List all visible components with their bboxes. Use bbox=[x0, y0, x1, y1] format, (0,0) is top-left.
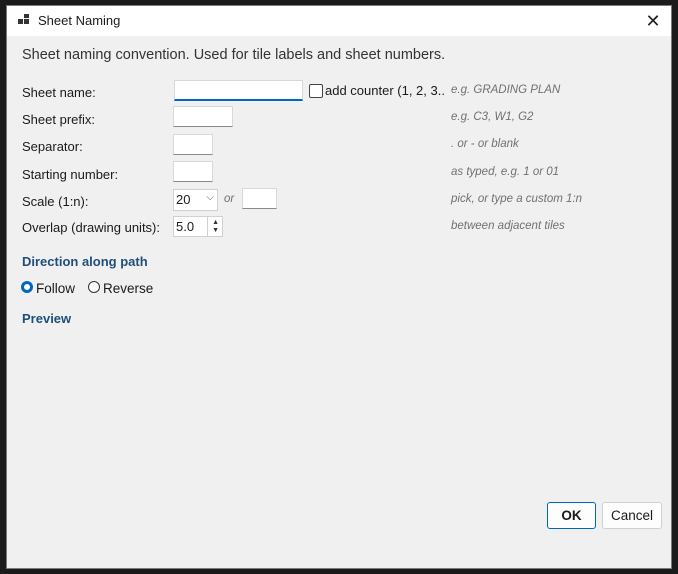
sheet-name-label: Sheet name: bbox=[22, 85, 96, 100]
reverse-radio[interactable] bbox=[88, 281, 100, 293]
chevron-down-icon: ⌵ bbox=[206, 192, 214, 203]
direction-heading: Direction along path bbox=[22, 254, 148, 269]
follow-radio[interactable] bbox=[21, 281, 33, 293]
scale-or-text: or bbox=[224, 193, 235, 205]
spin-arrows[interactable]: ▲ ▼ bbox=[207, 217, 222, 236]
spin-down-icon[interactable]: ▼ bbox=[212, 227, 219, 234]
sheet-prefix-label: Sheet prefix: bbox=[22, 112, 95, 127]
title-bar: Sheet Naming ✕ bbox=[7, 6, 671, 36]
scale-select[interactable]: 20 ⌵ bbox=[173, 189, 218, 211]
sheet-name-hint: e.g. GRADING PLAN bbox=[451, 84, 561, 96]
description-text: Sheet naming convention. Used for tile l… bbox=[22, 47, 446, 63]
starting-number-hint: as typed, e.g. 1 or 01 bbox=[451, 166, 560, 178]
sheet-prefix-input[interactable] bbox=[173, 106, 233, 127]
cancel-button[interactable]: Cancel bbox=[602, 502, 662, 529]
spin-up-icon[interactable]: ▲ bbox=[212, 219, 219, 226]
ok-button[interactable]: OK bbox=[547, 502, 596, 529]
add-counter-checkbox[interactable] bbox=[309, 84, 323, 98]
app-icon bbox=[18, 14, 29, 24]
separator-input[interactable] bbox=[173, 134, 213, 155]
overlap-hint: between adjacent tiles bbox=[451, 220, 565, 232]
starting-number-label: Starting number: bbox=[22, 167, 119, 182]
separator-hint: . or - or blank bbox=[451, 138, 519, 150]
scale-custom-input[interactable] bbox=[242, 188, 277, 209]
separator-label: Separator: bbox=[22, 139, 83, 154]
overlap-value: 5.0 bbox=[176, 219, 195, 234]
sheet-prefix-hint: e.g. C3, W1, G2 bbox=[451, 111, 534, 123]
sheet-name-input[interactable] bbox=[174, 80, 303, 101]
add-counter-label[interactable]: add counter (1, 2, 3...) bbox=[325, 83, 445, 98]
close-button[interactable]: ✕ bbox=[635, 6, 671, 36]
scale-label: Scale (1:n): bbox=[22, 194, 89, 209]
overlap-spinbox[interactable]: 5.0 ▲ ▼ bbox=[173, 216, 223, 237]
starting-number-input[interactable] bbox=[173, 161, 213, 182]
preview-heading: Preview bbox=[22, 311, 72, 326]
reverse-radio-label[interactable]: Reverse bbox=[103, 281, 153, 296]
scale-hint: pick, or type a custom 1:n bbox=[451, 193, 583, 205]
window-title: Sheet Naming bbox=[38, 13, 121, 28]
close-icon: ✕ bbox=[645, 10, 661, 31]
overlap-label: Overlap (drawing units): bbox=[22, 220, 160, 235]
scale-selected-value: 20 bbox=[176, 192, 191, 207]
dialog-window: Sheet Naming ✕ Sheet naming convention. … bbox=[6, 5, 672, 569]
follow-radio-label[interactable]: Follow bbox=[36, 281, 75, 296]
